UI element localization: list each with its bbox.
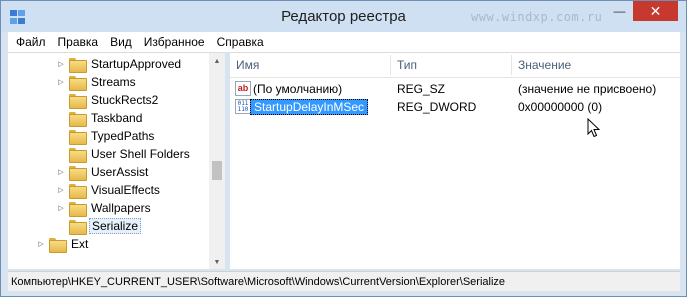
values-pane[interactable]: Имя Тип Значение ab (По умолчанию) REG_S…: [230, 52, 680, 269]
menu-view[interactable]: Вид: [104, 32, 138, 52]
tree-item-label: StuckRects2: [91, 93, 159, 107]
close-button[interactable]: ✕: [633, 1, 678, 21]
scroll-thumb[interactable]: [212, 161, 222, 180]
folder-icon: [69, 183, 87, 199]
value-data: 0x00000000 (0): [518, 100, 603, 114]
tree-item-label: StartupApproved: [91, 57, 182, 71]
expand-arrow-icon[interactable]: ▷: [56, 78, 66, 86]
tree-item[interactable]: StuckRects2: [56, 91, 160, 109]
column-name[interactable]: Имя: [230, 53, 390, 78]
expand-arrow-icon[interactable]: ▷: [56, 204, 66, 212]
value-type: REG_DWORD: [397, 100, 477, 114]
tree-item[interactable]: Serialize: [56, 217, 142, 235]
scroll-down-icon[interactable]: ▼: [209, 254, 225, 269]
tree-item-label: Serialize: [89, 218, 142, 234]
mouse-pointer-icon: [587, 118, 601, 138]
values-header: Имя Тип Значение: [230, 53, 680, 78]
tree-item-label: Wallpapers: [91, 201, 151, 215]
column-type[interactable]: Тип: [391, 53, 511, 78]
tree-scrollbar[interactable]: ▲ ▼: [209, 53, 225, 269]
tree-item[interactable]: ▷ Ext: [36, 235, 90, 253]
folder-icon: [69, 57, 87, 73]
tree-item-label: UserAssist: [91, 165, 149, 179]
tree-item[interactable]: User Shell Folders: [56, 145, 192, 163]
menu-edit[interactable]: Правка: [52, 32, 105, 52]
menu-file[interactable]: Файл: [10, 32, 52, 52]
watermark-text: www.windxp.com.ru: [471, 10, 603, 24]
folder-icon: [69, 111, 87, 127]
value-row[interactable]: ab (По умолчанию) REG_SZ (значение не пр…: [230, 80, 680, 98]
folder-icon: [49, 237, 67, 253]
expand-arrow-icon[interactable]: ▷: [56, 60, 66, 68]
caption-buttons: — ✕: [606, 1, 678, 23]
folder-icon: [69, 75, 87, 91]
menu-help[interactable]: Справка: [211, 32, 270, 52]
minimize-button[interactable]: —: [606, 1, 633, 21]
expand-arrow-icon[interactable]: ▷: [36, 240, 46, 248]
dword-value-icon: 011 110: [235, 99, 251, 114]
value-data: (значение не присвоено): [518, 82, 657, 96]
title-bar[interactable]: Редактор реестра www.windxp.com.ru — ✕: [1, 1, 686, 32]
folder-icon: [69, 129, 87, 145]
tree-item-label: VisualEffects: [91, 183, 160, 197]
tree-item-label: Taskband: [91, 111, 143, 125]
tree-item-label: TypedPaths: [91, 129, 155, 143]
expand-arrow-icon[interactable]: ▷: [56, 186, 66, 194]
tree-item[interactable]: Taskband: [56, 109, 144, 127]
folder-icon: [69, 201, 87, 217]
expand-arrow-icon[interactable]: ▷: [56, 168, 66, 176]
tree-item[interactable]: ▷ UserAssist: [56, 163, 150, 181]
tree-item[interactable]: ▷ Streams: [56, 73, 138, 91]
key-tree-pane[interactable]: ▷ StartupApproved ▷ Streams StuckRects2 Taskb…: [8, 52, 225, 269]
registry-editor-window: Редактор реестра www.windxp.com.ru — ✕ Ф…: [0, 0, 687, 297]
value-row-selected[interactable]: 011 110 StartupDelayInMSec REG_DWORD 0x0…: [230, 98, 680, 116]
value-type: REG_SZ: [397, 82, 446, 96]
folder-icon: [69, 93, 87, 109]
tree-item-label: Ext: [71, 237, 89, 251]
tree-item[interactable]: ▷ VisualEffects: [56, 181, 162, 199]
string-value-icon: ab: [235, 81, 251, 96]
tree-item-label: Streams: [91, 75, 136, 89]
column-value[interactable]: Значение: [512, 53, 680, 78]
folder-icon: [69, 219, 87, 235]
value-name: (По умолчанию): [253, 82, 343, 96]
menu-bar: Файл Правка Вид Избранное Справка: [8, 32, 680, 52]
scroll-up-icon[interactable]: ▲: [209, 53, 225, 69]
folder-icon: [69, 147, 87, 163]
status-bar: Компьютер\HKEY_CURRENT_USER\Software\Mic…: [8, 271, 680, 291]
menu-favorites[interactable]: Избранное: [138, 32, 211, 52]
tree-item[interactable]: TypedPaths: [56, 127, 156, 145]
tree-item-label: User Shell Folders: [91, 147, 190, 161]
tree-item[interactable]: ▷ Wallpapers: [56, 199, 153, 217]
tree-item[interactable]: ▷ StartupApproved: [56, 55, 183, 73]
value-name: StartupDelayInMSec: [250, 99, 369, 115]
folder-icon: [69, 165, 87, 181]
